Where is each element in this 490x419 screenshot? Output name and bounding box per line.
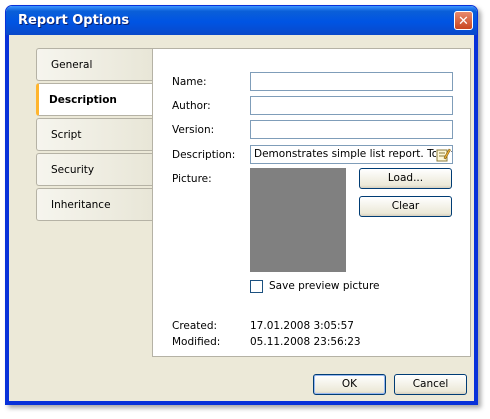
name-label: Name: (172, 76, 207, 88)
edit-icon[interactable] (436, 147, 451, 162)
dialog-body: General Description Script Security Inhe… (6, 35, 477, 404)
dialog-title: Report Options (18, 13, 130, 28)
created-value: 17.01.2008 3:05:57 (250, 320, 354, 332)
preview-picture (250, 168, 346, 272)
version-label: Version: (172, 124, 215, 136)
author-field[interactable] (250, 96, 453, 115)
tab-list: General Description Script Security Inhe… (36, 48, 154, 223)
version-field[interactable] (250, 120, 453, 139)
cancel-button[interactable]: Cancel (394, 374, 467, 395)
ok-button[interactable]: OK (313, 374, 386, 395)
close-button[interactable]: ✕ (454, 11, 473, 30)
tab-script[interactable]: Script (36, 118, 153, 151)
close-icon: ✕ (458, 14, 469, 29)
modified-value: 05.11.2008 23:56:23 (250, 336, 361, 348)
report-options-dialog: Report Options ✕ General Description Scr… (5, 5, 478, 405)
clear-button[interactable]: Clear (359, 196, 452, 217)
title-bar[interactable]: Report Options ✕ (6, 6, 477, 35)
created-label: Created: (172, 320, 218, 332)
tab-description[interactable]: Description (36, 83, 154, 116)
tab-inheritance[interactable]: Inheritance (36, 188, 153, 221)
tab-general[interactable]: General (36, 48, 153, 81)
save-preview-checkbox[interactable] (250, 280, 263, 293)
description-field[interactable]: Demonstrates simple list report. To cr (250, 145, 453, 164)
description-text: Demonstrates simple list report. To cr (254, 148, 452, 160)
tab-security[interactable]: Security (36, 153, 153, 186)
description-panel: Name: Author: Version: Description: Demo… (152, 48, 471, 357)
modified-label: Modified: (172, 336, 221, 348)
load-button[interactable]: Load... (359, 168, 452, 189)
picture-label: Picture: (172, 173, 212, 185)
author-label: Author: (172, 100, 211, 112)
save-preview-label[interactable]: Save preview picture (269, 280, 380, 292)
name-field[interactable] (250, 72, 453, 91)
description-label: Description: (172, 149, 236, 161)
